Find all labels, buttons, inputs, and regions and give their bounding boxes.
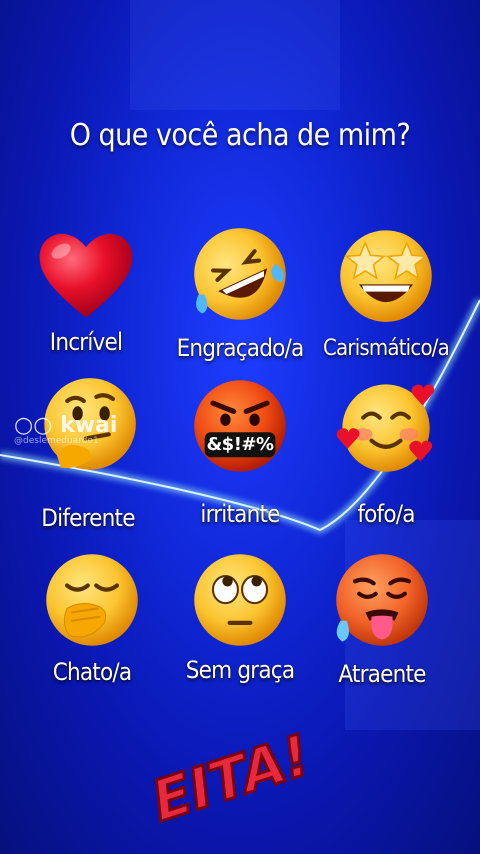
story-canvas: O que você acha de mim? Incrível Engraça…: [0, 0, 480, 854]
kwai-watermark: ○○ kwai @deslemeduardo1: [14, 413, 117, 446]
red-heart-icon: [34, 222, 138, 326]
eita-stamp-text: EITA!: [150, 721, 311, 835]
option-irritante[interactable]: &$!#% irritante: [160, 374, 320, 528]
option-diferente[interactable]: Diferente: [8, 374, 168, 532]
rolling-on-floor-laughing-icon: [188, 222, 292, 326]
option-label: Carismático/a: [323, 336, 450, 361]
smiling-face-with-hearts-icon: [334, 374, 438, 478]
kwai-logo-icon: ○○: [14, 413, 53, 438]
eye-roll-face-icon: [188, 548, 292, 652]
angry-symbols: &$!#%: [206, 434, 274, 455]
option-label: Sem graça: [185, 656, 295, 684]
option-fofo[interactable]: fofo/a: [306, 374, 466, 528]
star-struck-icon: [334, 222, 438, 326]
hot-face-icon: [330, 548, 434, 652]
eita-stamp: EITA!: [149, 705, 340, 838]
option-label: Atraente: [338, 660, 426, 688]
kwai-user-handle: @deslemeduardo1: [14, 436, 99, 446]
option-label: irritante: [200, 500, 280, 528]
option-engracado[interactable]: Engraçado/a: [160, 222, 320, 372]
option-label: fofo/a: [357, 500, 415, 528]
option-label: Engraçado/a: [176, 334, 305, 362]
page-title: O que você acha de mim?: [69, 118, 411, 153]
angry-face-icon: &$!#%: [188, 374, 292, 478]
option-chato[interactable]: Chato/a: [12, 548, 172, 698]
option-carismatico[interactable]: Carismático/a: [306, 222, 466, 372]
option-label: Incrível: [49, 328, 123, 356]
option-label: Chato/a: [52, 658, 132, 686]
option-atraente[interactable]: Atraente: [302, 548, 462, 698]
yawning-face-icon: [40, 548, 144, 652]
option-label: Diferente: [41, 504, 135, 532]
kwai-brand: kwai: [60, 413, 118, 438]
option-sem-graca[interactable]: Sem graça: [160, 548, 320, 698]
option-incrivel[interactable]: Incrível: [6, 222, 166, 372]
